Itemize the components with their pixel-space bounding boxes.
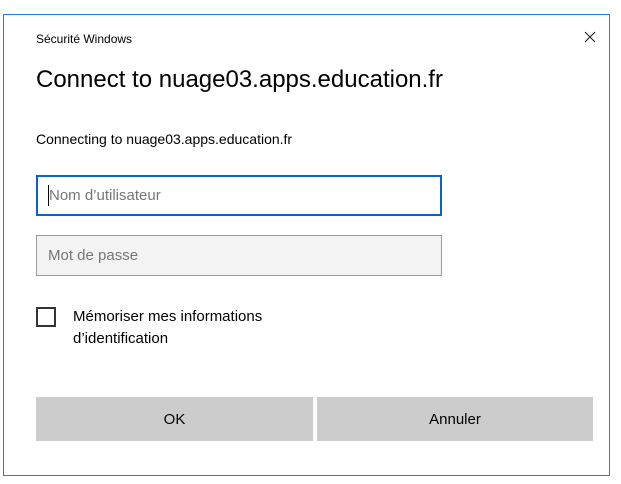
close-button[interactable] bbox=[575, 23, 605, 51]
close-icon bbox=[584, 31, 596, 43]
checkbox-box[interactable] bbox=[36, 307, 56, 327]
text-caret bbox=[48, 185, 49, 206]
dialog-subtitle: Connecting to nuage03.apps.education.fr bbox=[36, 131, 293, 147]
ok-button[interactable]: OK bbox=[36, 397, 313, 441]
app-title: Sécurité Windows bbox=[36, 32, 133, 46]
password-field[interactable] bbox=[36, 235, 442, 276]
remember-credentials-label: Mémoriser mes informations d’identificat… bbox=[73, 308, 263, 347]
dialog-title: Connect to nuage03.apps.education.fr bbox=[36, 66, 443, 93]
credential-dialog: Sécurité Windows Connect to nuage03.apps… bbox=[3, 14, 610, 476]
cancel-button[interactable]: Annuler bbox=[317, 397, 593, 441]
username-field[interactable] bbox=[36, 175, 442, 216]
remember-credentials-checkbox[interactable]: Mémoriser mes informations d’identificat… bbox=[36, 306, 333, 350]
